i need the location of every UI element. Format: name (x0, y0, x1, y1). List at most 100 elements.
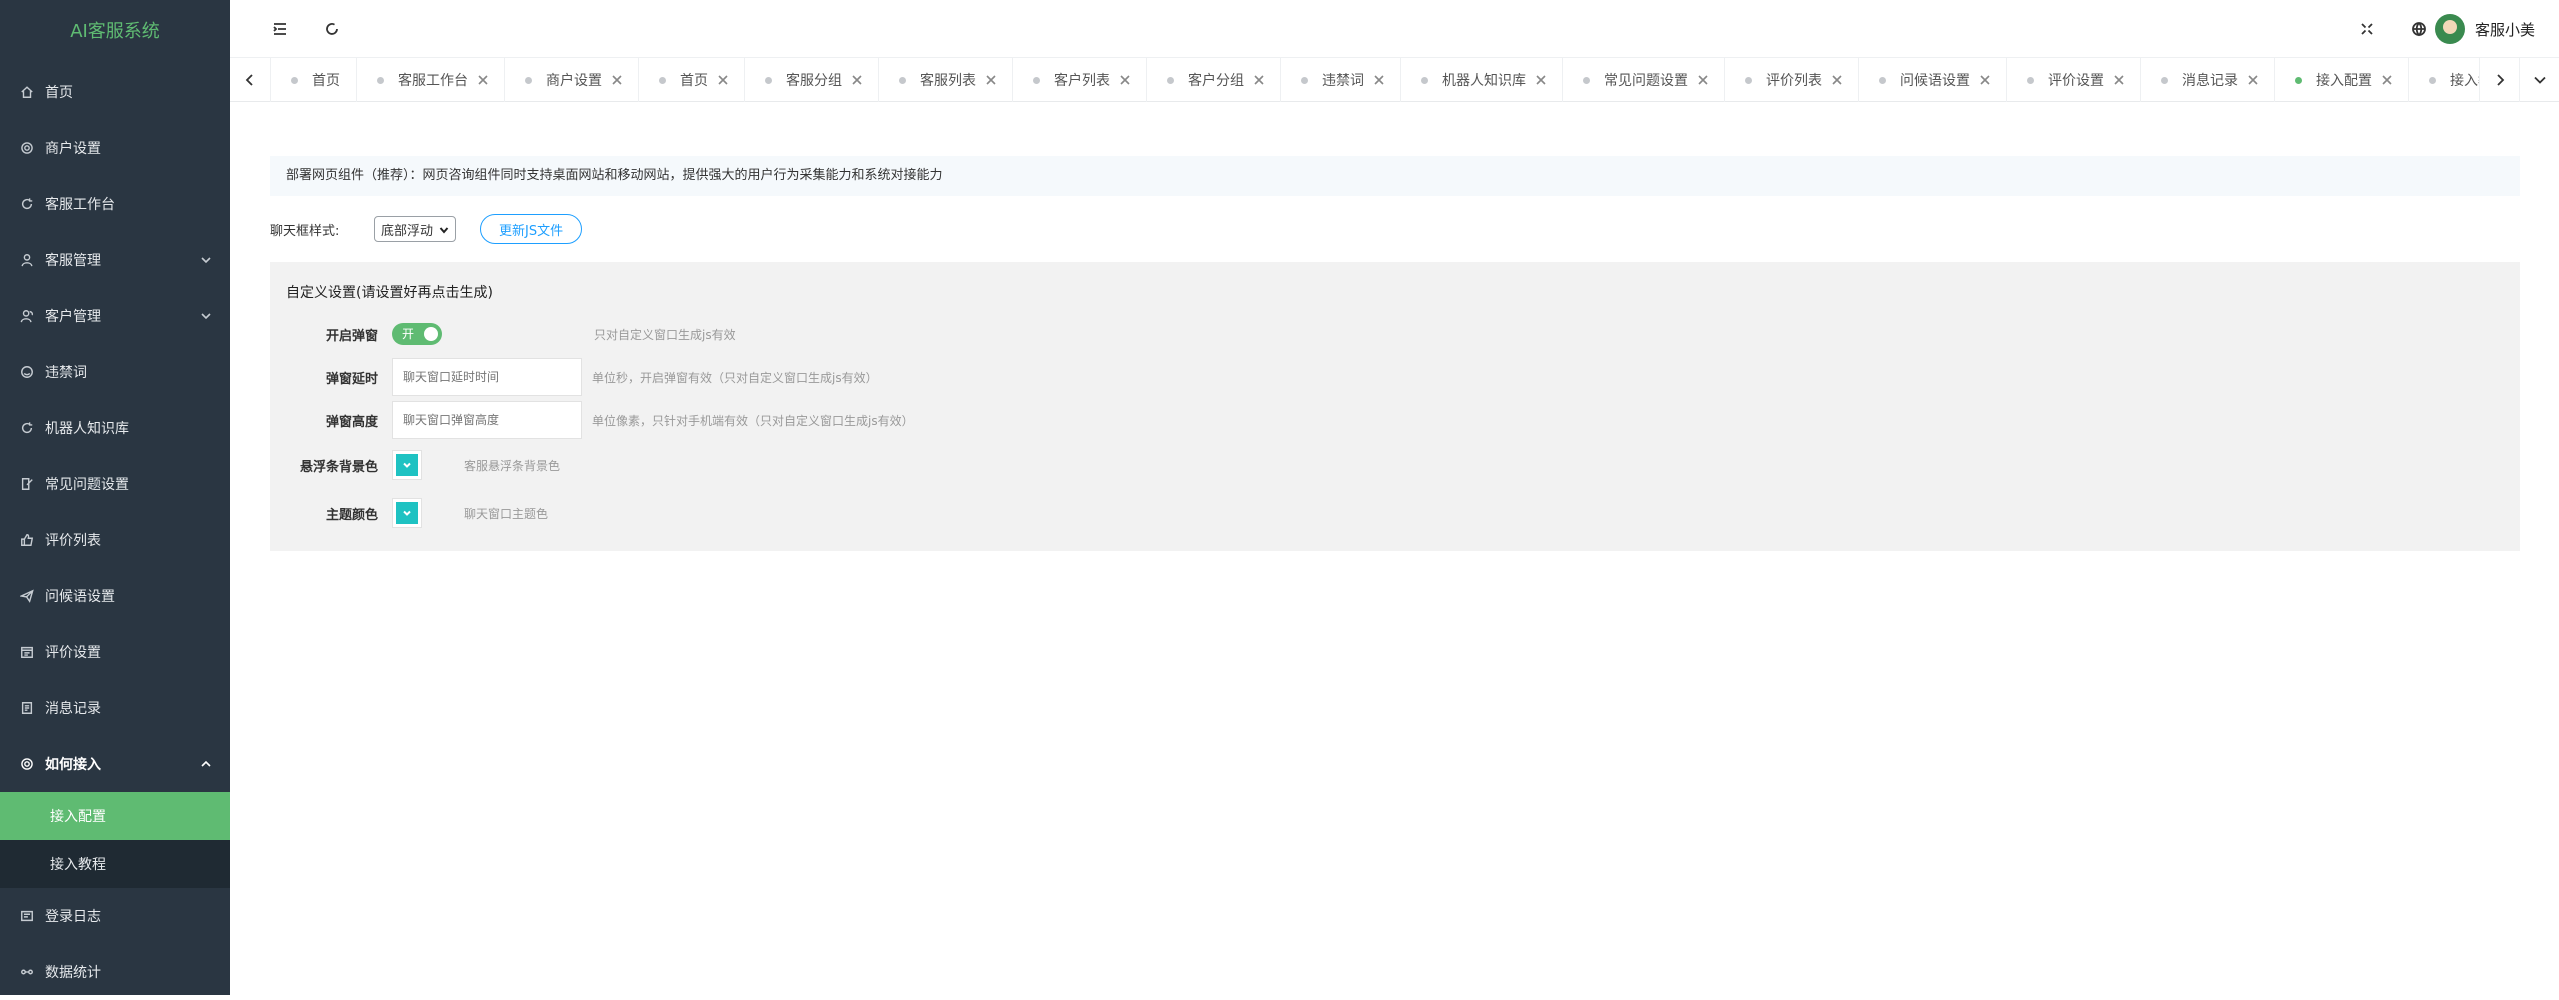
tab-list: 首页 客服工作台 商户设置 首页 客服分组 客服列表 客户列表 客户分组 违禁词… (270, 58, 2479, 102)
globe-icon[interactable] (2407, 17, 2431, 41)
popup-height-hint: 单位像素，只针对手机端有效（只对自定义窗口生成js有效） (592, 413, 914, 428)
close-icon[interactable] (1254, 75, 1264, 85)
chevron-down-icon (200, 254, 212, 266)
sidebar-item-faq-settings[interactable]: 常见问题设置 (0, 456, 230, 512)
tab-dot (377, 76, 384, 84)
tab-merchant-settings[interactable]: 商户设置 (504, 58, 638, 102)
tab-label: 客户分组 (1188, 73, 1244, 89)
fullscreen-icon[interactable] (2355, 17, 2379, 41)
chevron-down-icon (200, 310, 212, 322)
refresh-icon[interactable] (320, 17, 344, 41)
tab-label: 客服工作台 (398, 73, 468, 89)
sidebar-item-login-log[interactable]: 登录日志 (0, 888, 230, 944)
sidebar-item-customer-management[interactable]: 客户管理 (0, 288, 230, 344)
sidebar-item-merchant-settings[interactable]: 商户设置 (0, 120, 230, 176)
close-icon[interactable] (1120, 75, 1130, 85)
tab-review-settings[interactable]: 评价设置 (2006, 58, 2140, 102)
gear-icon (20, 141, 34, 155)
popup-toggle-label: 开启弹窗 (325, 328, 378, 344)
sidebar-item-agent-management[interactable]: 客服管理 (0, 232, 230, 288)
tab-dot (765, 76, 772, 84)
home-icon (20, 85, 34, 99)
top-header: 客服小美 (230, 0, 2559, 58)
popup-toggle-hint: 只对自定义窗口生成js有效 (594, 327, 736, 342)
close-icon[interactable] (478, 75, 488, 85)
close-icon[interactable] (852, 75, 862, 85)
integration-notice: 部署网页组件（推荐）：网页咨询组件同时支持桌面网站和移动网站，提供强大的用户行为… (270, 156, 2520, 196)
tab-label: 接入配置 (2316, 73, 2372, 89)
tabs-scroll-right-icon[interactable] (2479, 58, 2519, 102)
sidebar-item-message-log[interactable]: 消息记录 (0, 680, 230, 736)
popup-delay-label: 弹窗延时 (325, 371, 378, 387)
sidebar-item-workbench[interactable]: 客服工作台 (0, 176, 230, 232)
tabs-scroll-left-icon[interactable] (230, 58, 270, 102)
chart-icon (20, 965, 34, 979)
tab-agent-list[interactable]: 客服列表 (878, 58, 1012, 102)
sidebar-subitem-integration-tutorial[interactable]: 接入教程 (0, 840, 230, 888)
update-js-button[interactable]: 更新JS文件 (480, 214, 583, 244)
tab-banned-words[interactable]: 违禁词 (1280, 58, 1400, 102)
popup-toggle-switch[interactable]: 开 (392, 323, 442, 345)
tab-greeting-settings[interactable]: 问候语设置 (1858, 58, 2006, 102)
popup-height-row: 弹窗高度 单位像素，只针对手机端有效（只对自定义窗口生成js有效） (270, 400, 914, 440)
sidebar-item-banned-words[interactable]: 违禁词 (0, 344, 230, 400)
close-icon[interactable] (986, 75, 996, 85)
tab-customer-group[interactable]: 客户分组 (1146, 58, 1280, 102)
tab-dot (2161, 76, 2168, 84)
tab-robot-knowledge[interactable]: 机器人知识库 (1400, 58, 1562, 102)
sidebar-item-review-list[interactable]: 评价列表 (0, 512, 230, 568)
close-icon[interactable] (1832, 75, 1842, 85)
close-icon[interactable] (2114, 75, 2124, 85)
tab-customer-list[interactable]: 客户列表 (1012, 58, 1146, 102)
tab-label: 评价设置 (2048, 73, 2104, 89)
tab-label: 常见问题设置 (1604, 73, 1688, 89)
sidebar-item-robot-knowledge[interactable]: 机器人知识库 (0, 400, 230, 456)
sidebar-item-label: 违禁词 (45, 365, 87, 381)
panel-title: 自定义设置(请设置好再点击生成) (286, 285, 493, 301)
sidebar-item-home[interactable]: 首页 (0, 64, 230, 120)
tabs-menu-chevron-down-icon[interactable] (2519, 58, 2559, 102)
close-icon[interactable] (1536, 75, 1546, 85)
custom-settings-panel: 自定义设置(请设置好再点击生成) 开启弹窗 开 只对自定义窗口生成js有效 弹窗… (270, 262, 2520, 551)
popup-delay-input[interactable] (392, 358, 582, 396)
close-icon[interactable] (2248, 75, 2258, 85)
close-icon[interactable] (2382, 75, 2392, 85)
chevron-down-icon (439, 224, 449, 234)
sidebar-item-label: 登录日志 (45, 909, 101, 925)
close-icon[interactable] (612, 75, 622, 85)
user-menu[interactable]: 客服小美 (2434, 13, 2535, 45)
tab-message-log[interactable]: 消息记录 (2140, 58, 2274, 102)
close-icon[interactable] (1698, 75, 1708, 85)
close-icon[interactable] (1980, 75, 1990, 85)
refresh-icon (20, 197, 34, 211)
tab-dot (1301, 76, 1308, 84)
theme-color-picker[interactable] (392, 498, 422, 528)
tab-dot (1421, 76, 1428, 84)
sidebar-item-how-to-integrate[interactable]: 如何接入 (0, 736, 230, 792)
tab-home[interactable]: 首页 (270, 58, 356, 102)
chat-style-value: 底部浮动 (381, 223, 434, 239)
close-icon[interactable] (1374, 75, 1384, 85)
sidebar-item-review-settings[interactable]: 评价设置 (0, 624, 230, 680)
collapse-menu-icon[interactable] (268, 17, 292, 41)
float-bg-color-picker[interactable] (392, 450, 422, 480)
sidebar-subitem-integration-config[interactable]: 接入配置 (0, 792, 230, 840)
tab-dot-active (2295, 76, 2302, 84)
close-icon[interactable] (718, 75, 728, 85)
chat-style-select[interactable]: 底部浮动 (374, 216, 457, 242)
tab-integration-tutorial[interactable]: 接入教程 (2408, 58, 2479, 102)
tab-integration-config[interactable]: 接入配置 (2274, 58, 2408, 102)
tab-home-2[interactable]: 首页 (638, 58, 744, 102)
popup-toggle-row: 开启弹窗 开 只对自定义窗口生成js有效 (270, 314, 736, 354)
tabs-bar: 首页 客服工作台 商户设置 首页 客服分组 客服列表 客户列表 客户分组 违禁词… (230, 58, 2559, 102)
tab-agent-group[interactable]: 客服分组 (744, 58, 878, 102)
tab-workbench[interactable]: 客服工作台 (356, 58, 504, 102)
popup-height-input[interactable] (392, 401, 582, 439)
thumb-up-icon (20, 533, 34, 547)
color-swatch (396, 502, 418, 524)
tab-review-list[interactable]: 评价列表 (1724, 58, 1858, 102)
tab-faq-settings[interactable]: 常见问题设置 (1562, 58, 1724, 102)
gear-icon (20, 757, 34, 771)
sidebar-item-greeting-settings[interactable]: 问候语设置 (0, 568, 230, 624)
sidebar-item-statistics[interactable]: 数据统计 (0, 944, 230, 1000)
